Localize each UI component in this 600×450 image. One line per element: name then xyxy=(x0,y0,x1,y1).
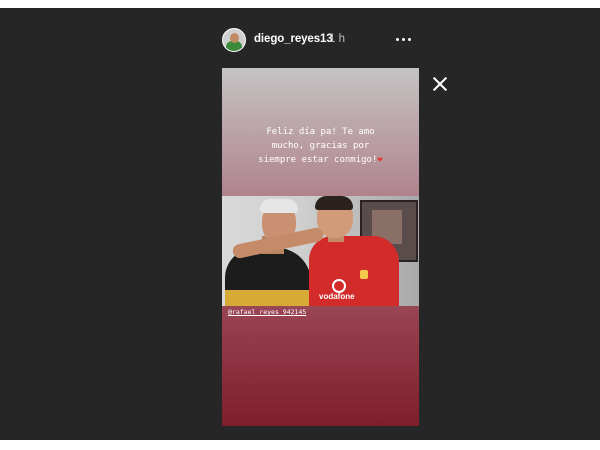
story-photo: vodafone xyxy=(222,196,419,306)
story-header: diego_reyes13 1 h xyxy=(222,28,419,64)
story-caption: Feliz día pa! Te amo mucho, gracias por … xyxy=(232,125,409,167)
close-icon[interactable] xyxy=(432,76,448,92)
avatar-head xyxy=(230,33,239,43)
story-viewer: diego_reyes13 1 h Feliz día pa! Te amo m… xyxy=(0,8,600,440)
avatar[interactable] xyxy=(222,28,246,52)
club-crest-icon xyxy=(360,270,368,279)
son-hair xyxy=(315,196,353,210)
father-shirt-stripe xyxy=(225,290,311,306)
username-link[interactable]: diego_reyes13 xyxy=(254,33,333,45)
story-card[interactable]: Feliz día pa! Te amo mucho, gracias por … xyxy=(222,68,419,426)
more-horizontal-icon[interactable] xyxy=(395,34,413,46)
father-hair xyxy=(260,199,298,213)
page-margin xyxy=(0,440,600,450)
mention-tag[interactable]: @rafael_reyes_942145 xyxy=(228,308,306,316)
jersey-sponsor-text: vodafone xyxy=(319,292,355,301)
post-time: 1 h xyxy=(329,33,345,45)
heart-emoji: ❤ xyxy=(377,155,383,165)
caption-text: Feliz día pa! Te amo mucho, gracias por … xyxy=(258,127,378,165)
sponsor-logo-icon xyxy=(332,279,346,293)
